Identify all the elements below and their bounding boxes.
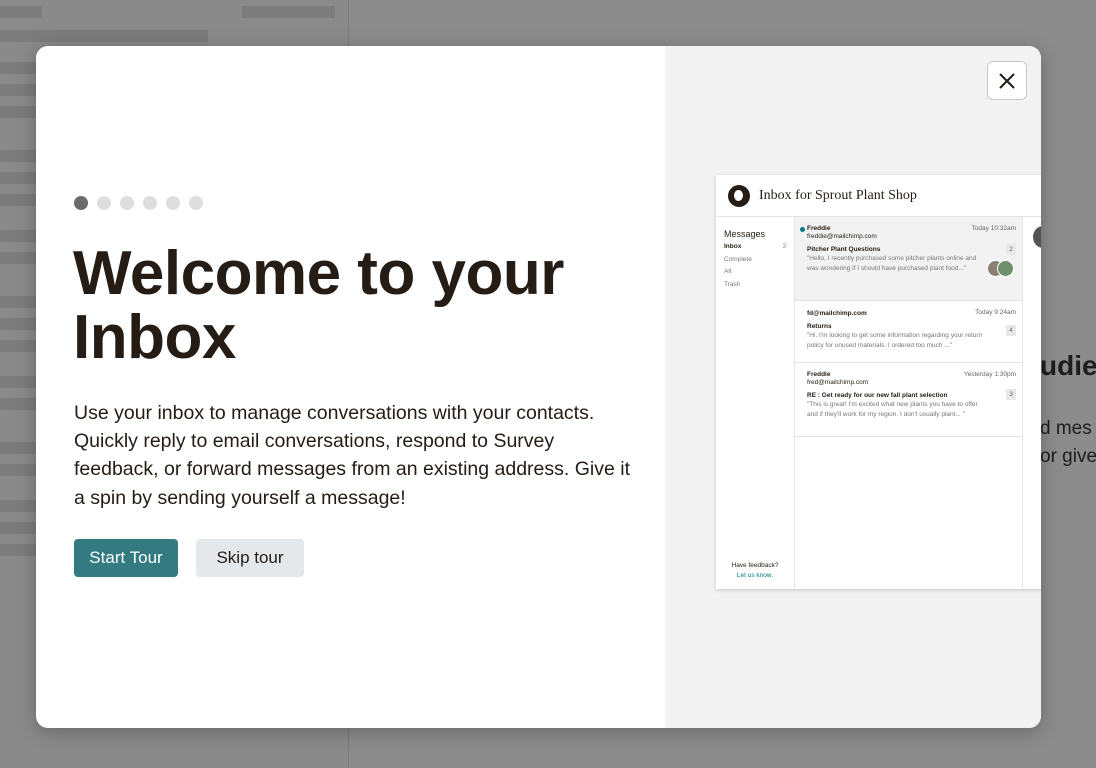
- step-dot: [120, 196, 134, 210]
- mailchimp-logo-icon: [728, 184, 750, 207]
- preview-sidebar-title: Messages: [724, 229, 766, 239]
- welcome-modal: Welcome to your Inbox Use your inbox to …: [36, 46, 1041, 728]
- skip-tour-button[interactable]: Skip tour: [196, 539, 304, 577]
- preview-detail-pane: [1023, 217, 1041, 589]
- step-dot: [74, 196, 88, 210]
- step-dot: [143, 196, 157, 210]
- step-dot: [189, 196, 203, 210]
- preview-message-list: Freddie freddie@mailchimp.com Today 10:3…: [795, 217, 1023, 589]
- preview-feedback-link: Let us know.: [736, 572, 774, 579]
- preview-sidebar-item-inbox: Inbox 3: [724, 243, 786, 250]
- unread-dot-icon: [800, 227, 805, 232]
- preview-sidebar-item-all: All: [724, 268, 732, 275]
- preview-sidebar: Messages Inbox 3 Complete All Trash Have …: [716, 217, 795, 589]
- modal-title: Welcome to your Inbox: [73, 239, 564, 372]
- background-text-line: or give: [1040, 446, 1096, 467]
- step-dot: [97, 196, 111, 210]
- inbox-preview: Inbox for Sprout Plant Shop Messages Inb…: [716, 175, 1041, 589]
- modal-preview-panel: Inbox for Sprout Plant Shop Messages Inb…: [665, 46, 1041, 728]
- avatar: [1033, 226, 1041, 248]
- list-item: Freddie freddie@mailchimp.com Today 10:3…: [795, 217, 1022, 301]
- step-indicator: [74, 196, 203, 210]
- list-item: Freddie fred@mailchimp.com Yesterday 1:3…: [795, 363, 1022, 437]
- modal-content: Welcome to your Inbox Use your inbox to …: [36, 46, 665, 728]
- list-item: fd@mailchimp.com Today 9:24am 4 Returns …: [795, 301, 1022, 363]
- avatar: [987, 260, 1014, 278]
- close-icon: [999, 72, 1015, 89]
- background-text-line: d mes: [1040, 418, 1092, 439]
- step-dot: [166, 196, 180, 210]
- preview-sidebar-item-trash: Trash: [724, 280, 741, 288]
- preview-sidebar-item-complete: Complete: [724, 255, 752, 263]
- preview-feedback: Have feedback? Let us know.: [716, 561, 794, 581]
- preview-header: Inbox for Sprout Plant Shop: [716, 175, 1041, 217]
- start-tour-button[interactable]: Start Tour: [74, 539, 178, 577]
- modal-description: Use your inbox to manage conversations w…: [74, 402, 630, 509]
- close-button[interactable]: [987, 61, 1027, 100]
- preview-title: Inbox for Sprout Plant Shop: [759, 187, 917, 203]
- background-heading: udien: [1040, 350, 1096, 381]
